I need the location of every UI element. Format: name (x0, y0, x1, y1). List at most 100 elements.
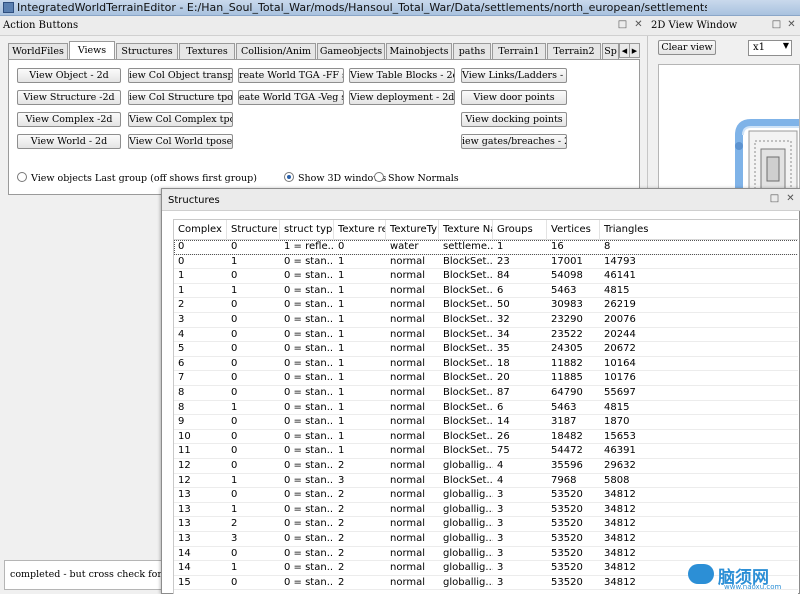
table-row[interactable]: 12 0 0 = stan... 2 normal globallig... 4 35596 2… (174, 459, 798, 474)
view-links-ladders-button[interactable]: View Links/Ladders - 2d (461, 68, 567, 83)
table-row[interactable]: 5 0 0 = stan... 1 normal BlockSet... 35 24305 20… (174, 342, 798, 357)
table-row[interactable]: 14 0 0 = stan... 2 normal globallig... 3 53520 3… (174, 547, 798, 562)
table-cell: 20244 (604, 328, 636, 340)
table-row[interactable]: 13 1 0 = stan... 2 normal globallig... 3 53520 3… (174, 503, 798, 518)
column-header[interactable]: Vertices (547, 220, 600, 240)
table-row[interactable]: 0 1 0 = stan... 1 normal BlockSet... 23 17001 14… (174, 255, 798, 270)
view-world-button[interactable]: View World - 2d (17, 134, 121, 149)
clear-view-button[interactable]: Clear view (658, 40, 716, 55)
close-icon[interactable]: ✕ (784, 193, 797, 206)
table-row[interactable]: 1 1 0 = stan... 1 normal BlockSet... 6 5463 4815 (174, 284, 798, 299)
table-cell: 14 (497, 416, 510, 428)
view-gates-breaches-button[interactable]: iew gates/breaches - 2 (461, 134, 567, 149)
table-row[interactable]: 8 0 0 = stan... 1 normal BlockSet... 87 64790 55… (174, 386, 798, 401)
view-col-complex-button[interactable]: View Col Complex tpose (128, 112, 233, 127)
tab-collision-anim[interactable]: Collision/Anim (236, 43, 316, 59)
tab-structures[interactable]: Structures (116, 43, 178, 59)
view-col-object-button[interactable]: iew Col Object transpo (128, 68, 233, 83)
table-cell: 87 (497, 387, 510, 398)
column-header[interactable]: Structure (227, 220, 280, 240)
view-object-button[interactable]: View Object - 2d (17, 68, 121, 83)
float-icon[interactable]: □ (616, 19, 629, 32)
table-cell: 0 (338, 241, 345, 252)
table-row[interactable]: 9 0 0 = stan... 1 normal BlockSet... 14 3187 187… (174, 415, 798, 430)
table-row[interactable]: 8 1 0 = stan... 1 normal BlockSet... 6 5463 4815 (174, 401, 798, 416)
table-row[interactable]: 2 0 0 = stan... 1 normal BlockSet... 50 30983 26… (174, 298, 798, 313)
table-row[interactable]: 0 0 1 = refle... 0 water settleme... 1 16 8 (174, 240, 798, 255)
tab-views[interactable]: Views (69, 41, 115, 59)
table-row[interactable]: 12 1 0 = stan... 3 normal BlockSet... 4 7968 580… (174, 474, 798, 489)
radio-checked-icon[interactable] (284, 172, 294, 182)
structures-table[interactable]: Complex Structure struct type Texture re… (173, 219, 798, 594)
table-cell: 3 (497, 562, 504, 574)
column-header[interactable]: Groups (493, 220, 547, 240)
table-cell: normal (390, 460, 426, 471)
table-cell: 34812 (604, 533, 636, 544)
table-row[interactable]: 3 0 0 = stan... 1 normal BlockSet... 32 23290 20… (174, 313, 798, 328)
radio-unchecked-icon[interactable] (17, 172, 27, 182)
column-header[interactable]: struct type (280, 220, 334, 240)
create-world-tga-ff-button[interactable]: reate World TGA -FF si (238, 68, 344, 83)
tab-terrain2[interactable]: Terrain2 (547, 43, 601, 59)
table-cell: 6 (178, 357, 185, 369)
table-cell: 14 (178, 562, 191, 574)
tab-mainobjects[interactable]: Mainobjects (386, 43, 452, 59)
table-cell: 35596 (551, 460, 583, 471)
table-row[interactable]: 10 0 0 = stan... 1 normal BlockSet... 26 18482 1… (174, 430, 798, 445)
table-cell: BlockSet... (443, 430, 493, 442)
column-header[interactable]: TextureTyp (386, 220, 439, 240)
view-complex-button[interactable]: View Complex -2d (17, 112, 121, 127)
view-table-blocks-button[interactable]: View Table Blocks - 2d (349, 68, 455, 83)
tab-paths[interactable]: paths (453, 43, 491, 59)
last-group-radio[interactable]: View objects Last group (off shows first… (17, 172, 257, 186)
table-cell: settleme... (443, 241, 493, 252)
table-row[interactable]: 6 0 0 = stan... 1 normal BlockSet... 18 11882 10… (174, 357, 798, 372)
table-row[interactable]: 11 0 0 = stan... 1 normal BlockSet... 75 54472 4… (174, 444, 798, 459)
table-cell: 34812 (604, 547, 636, 559)
table-cell: 0 (231, 343, 238, 355)
view-deployment-button[interactable]: View deployment - 2d (349, 90, 455, 105)
float-icon[interactable]: □ (768, 193, 781, 206)
view-door-points-button[interactable]: View door points (461, 90, 567, 105)
table-cell: 0 (231, 314, 238, 325)
table-row[interactable]: 13 3 0 = stan... 2 normal globallig... 3 53520 3… (174, 532, 798, 547)
create-world-tga-veg-button[interactable]: eate World TGA -Veg si (238, 90, 344, 105)
table-cell: 64790 (551, 387, 583, 398)
column-header[interactable]: Complex (174, 220, 227, 240)
float-icon[interactable]: □ (770, 19, 783, 32)
close-icon[interactable]: ✕ (632, 19, 645, 32)
radio-unchecked-icon[interactable] (374, 172, 384, 182)
tab-scroll-right-icon[interactable]: ▶ (629, 43, 640, 58)
column-header[interactable]: Texture Na (439, 220, 493, 240)
view-structure-button[interactable]: View Structure -2d (17, 90, 121, 105)
table-row[interactable]: 13 0 0 = stan... 2 normal globallig... 3 53520 3… (174, 488, 798, 503)
zoom-select[interactable]: x1 ▼ (748, 40, 792, 56)
table-cell: 0 (231, 328, 238, 340)
view-col-structure-button[interactable]: iew Col Structure tpose (128, 90, 233, 105)
view2d-canvas[interactable] (658, 64, 800, 202)
table-cell: globallig... (443, 562, 493, 574)
table-cell: 0 = stan... (284, 533, 334, 544)
table-row[interactable]: 7 0 0 = stan... 1 normal BlockSet... 20 11885 10… (174, 371, 798, 386)
table-cell: 54098 (551, 270, 583, 282)
table-cell: normal (390, 255, 426, 267)
tab-textures[interactable]: Textures (179, 43, 235, 59)
show-3d-windows-radio[interactable]: Show 3D windows (284, 172, 386, 186)
table-cell: 2 (231, 518, 238, 530)
column-header[interactable]: Triangles (600, 220, 798, 240)
tab-terrain1[interactable]: Terrain1 (492, 43, 546, 59)
table-row[interactable]: 1 0 0 = stan... 1 normal BlockSet... 84 54098 46… (174, 269, 798, 284)
table-row[interactable]: 4 0 0 = stan... 1 normal BlockSet... 34 23522 20… (174, 328, 798, 343)
tab-sp[interactable]: Sp (602, 43, 619, 59)
table-cell: 1 (231, 401, 238, 413)
show-normals-radio[interactable]: Show Normals (374, 172, 459, 186)
close-icon[interactable]: ✕ (785, 19, 798, 32)
view-col-world-button[interactable]: View Col World tposed (128, 134, 233, 149)
table-row[interactable]: 13 2 0 = stan... 2 normal globallig... 3 53520 3… (174, 517, 798, 532)
tab-worldfiles[interactable]: WorldFiles (8, 43, 68, 59)
tab-gameobjects[interactable]: Gameobjects (317, 43, 385, 59)
table-cell: 1 (497, 241, 504, 252)
column-header[interactable]: Texture ref (334, 220, 386, 240)
table-cell: 0 = stan... (284, 518, 334, 530)
view-docking-points-button[interactable]: View docking points (461, 112, 567, 127)
